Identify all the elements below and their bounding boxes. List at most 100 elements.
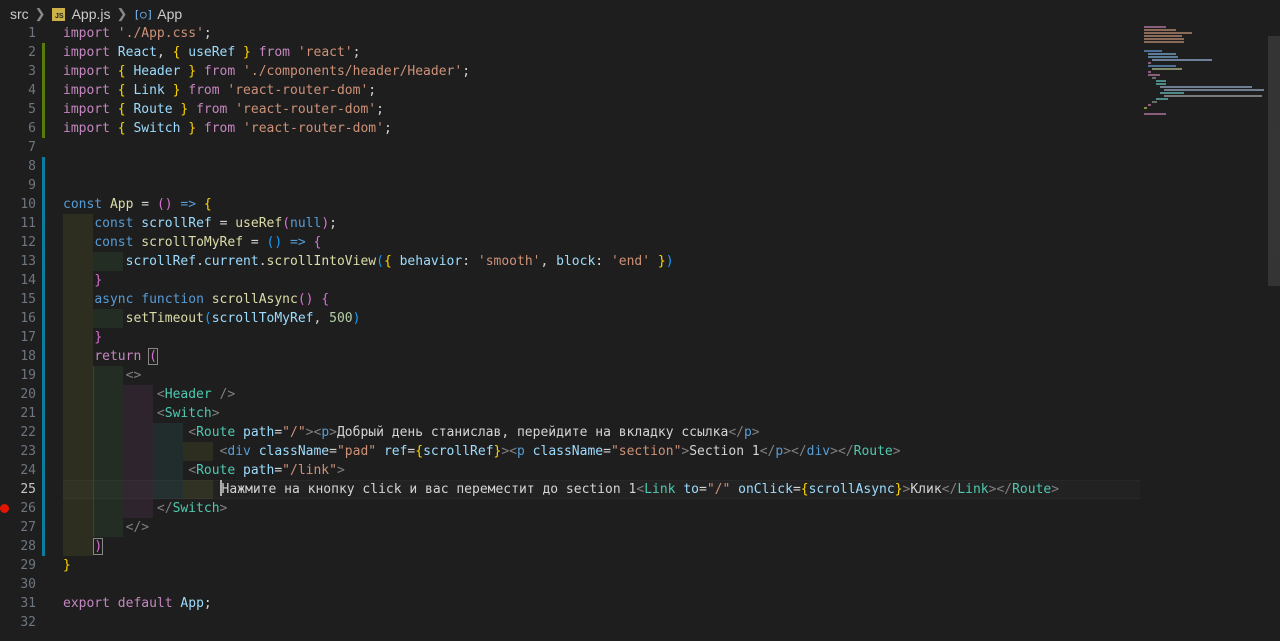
git-modified-marker[interactable] (42, 461, 45, 480)
line-number: 25 (20, 482, 36, 497)
git-modified-marker[interactable] (42, 442, 45, 461)
code-text[interactable]: import React, { useRef } from 'react'; (63, 43, 360, 62)
git-modified-marker[interactable] (42, 271, 45, 290)
symbol-variable-icon: [○] (133, 7, 154, 21)
git-modified-marker[interactable] (42, 366, 45, 385)
minimap-line (1164, 95, 1262, 97)
git-modified-marker[interactable] (42, 404, 45, 423)
code-text[interactable]: import { Header } from './components/hea… (63, 62, 470, 81)
code-text[interactable]: <> (63, 366, 142, 385)
minimap-line (1152, 77, 1156, 79)
code-text[interactable]: return ( (63, 347, 158, 366)
code-text[interactable]: const scrollToMyRef = () => { (63, 233, 321, 252)
code-line: 12 const scrollToMyRef = () => { (0, 233, 1140, 252)
line-number: 12 (20, 235, 36, 250)
code-line: 9 (0, 176, 1140, 195)
breadcrumb-file[interactable]: JS App.js (51, 6, 111, 22)
code-text[interactable]: async function scrollAsync() { (63, 290, 329, 309)
chevron-right-icon: ❯ (34, 6, 46, 21)
git-modified-marker[interactable] (42, 480, 45, 499)
git-modified-marker[interactable] (42, 423, 45, 442)
scrollbar-thumb[interactable] (1268, 36, 1280, 286)
code-text[interactable]: export default App; (63, 594, 212, 613)
breadcrumb-folder[interactable]: src (10, 6, 29, 22)
code-text[interactable]: const scrollRef = useRef(null); (63, 214, 337, 233)
code-line: 30 (0, 575, 1140, 594)
code-line: 18 return ( (0, 347, 1140, 366)
code-text[interactable]: const App = () => { (63, 195, 212, 214)
code-line: 13 scrollRef.current.scrollIntoView({ be… (0, 252, 1140, 271)
minimap-line (1144, 38, 1184, 40)
code-text[interactable]: ) (63, 537, 104, 556)
code-text[interactable]: <div className="pad" ref={scrollRef}><p … (63, 442, 901, 461)
git-modified-marker[interactable] (42, 176, 45, 195)
code-text[interactable]: <Route path="/"><p>Добрый день станислав… (63, 423, 759, 442)
breadcrumb-symbol[interactable]: [○] App (133, 6, 182, 22)
code-line: 11 const scrollRef = useRef(null); (0, 214, 1140, 233)
code-line: 26 </Switch> (0, 499, 1140, 518)
code-line: 15 async function scrollAsync() { (0, 290, 1140, 309)
git-added-marker[interactable] (42, 81, 45, 100)
code-text[interactable]: setTimeout(scrollToMyRef, 500) (63, 309, 361, 328)
minimap-line (1144, 29, 1176, 31)
git-modified-marker[interactable] (42, 537, 45, 556)
code-text[interactable]: Нажмите на кнопку click и вас переместит… (63, 480, 1059, 499)
minimap[interactable] (1140, 24, 1268, 641)
line-number: 28 (20, 539, 36, 554)
code-text[interactable]: <Header /> (63, 385, 235, 404)
git-modified-marker[interactable] (42, 309, 45, 328)
code-text[interactable]: } (63, 556, 71, 575)
minimap-line (1152, 59, 1212, 61)
code-line: 5 import { Route } from 'react-router-do… (0, 100, 1140, 119)
git-modified-marker[interactable] (42, 252, 45, 271)
code-editor[interactable]: 1 import './App.css'; 2 import React, { … (0, 24, 1140, 641)
line-number: 30 (20, 577, 36, 592)
git-modified-marker[interactable] (42, 385, 45, 404)
minimap-line (1156, 83, 1166, 85)
line-number: 23 (20, 444, 36, 459)
code-line: 14 } (0, 271, 1140, 290)
code-text[interactable]: } (63, 271, 102, 290)
code-text[interactable]: scrollRef.current.scrollIntoView({ behav… (63, 252, 674, 271)
minimap-line (1148, 104, 1151, 106)
git-modified-marker[interactable] (42, 195, 45, 214)
minimap-line (1144, 32, 1192, 34)
code-text[interactable]: <Switch> (63, 404, 220, 423)
code-line: 23 <div className="pad" ref={scrollRef}>… (0, 442, 1140, 461)
code-text[interactable]: import { Switch } from 'react-router-dom… (63, 119, 392, 138)
git-modified-marker[interactable] (42, 233, 45, 252)
code-line: 31 export default App; (0, 594, 1140, 613)
code-text[interactable]: <Route path="/link"> (63, 461, 345, 480)
code-text[interactable]: } (63, 328, 102, 347)
code-line: 4 import { Link } from 'react-router-dom… (0, 81, 1140, 100)
minimap-line (1144, 35, 1182, 37)
minimap-line (1156, 80, 1166, 82)
code-line: 2 import React, { useRef } from 'react'; (0, 43, 1140, 62)
git-added-marker[interactable] (42, 43, 45, 62)
code-line: 28 ) (0, 537, 1140, 556)
minimap-line (1144, 41, 1184, 43)
code-text[interactable]: </Switch> (63, 499, 227, 518)
git-modified-marker[interactable] (42, 499, 45, 518)
line-number: 17 (20, 330, 36, 345)
git-modified-marker[interactable] (42, 328, 45, 347)
code-text[interactable]: import { Route } from 'react-router-dom'… (63, 100, 384, 119)
code-line: 8 (0, 157, 1140, 176)
minimap-line (1144, 26, 1166, 28)
code-line: 24 <Route path="/link"> (0, 461, 1140, 480)
git-added-marker[interactable] (42, 62, 45, 81)
git-added-marker[interactable] (42, 100, 45, 119)
minimap-line (1148, 65, 1176, 67)
git-modified-marker[interactable] (42, 518, 45, 537)
git-added-marker[interactable] (42, 119, 45, 138)
git-modified-marker[interactable] (42, 290, 45, 309)
line-number: 5 (28, 102, 36, 117)
git-modified-marker[interactable] (42, 347, 45, 366)
line-number: 2 (28, 45, 36, 60)
code-text[interactable]: </> (63, 518, 149, 537)
git-modified-marker[interactable] (42, 157, 45, 176)
minimap-line (1148, 74, 1160, 76)
code-text[interactable]: import { Link } from 'react-router-dom'; (63, 81, 376, 100)
git-modified-marker[interactable] (42, 214, 45, 233)
code-text[interactable]: import './App.css'; (63, 24, 212, 43)
